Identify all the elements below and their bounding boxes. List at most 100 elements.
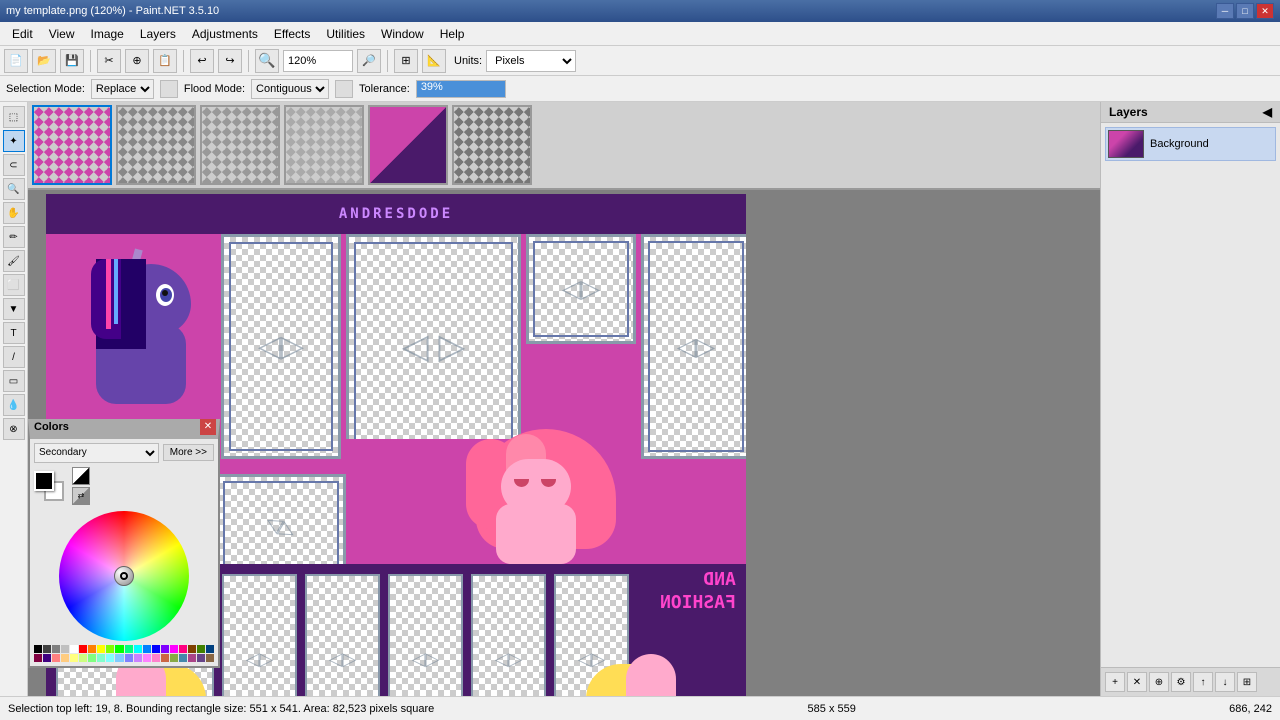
flood-mode-select[interactable]: Contiguous Global xyxy=(251,79,329,99)
palette-color-swatch[interactable] xyxy=(34,654,42,662)
palette-color-swatch[interactable] xyxy=(88,645,96,653)
open-button[interactable]: 📂 xyxy=(32,49,56,73)
menu-utilities[interactable]: Utilities xyxy=(318,25,373,43)
layers-collapse-icon[interactable]: ◀ xyxy=(1263,105,1272,119)
brush-btn[interactable]: 🖌 xyxy=(3,250,25,272)
color-wheel[interactable] xyxy=(59,511,189,641)
palette-color-swatch[interactable] xyxy=(115,654,123,662)
layer-item-background[interactable]: Background xyxy=(1105,127,1276,161)
shape-btn[interactable]: ▭ xyxy=(3,370,25,392)
palette-color-swatch[interactable] xyxy=(179,654,187,662)
paste-button[interactable]: 📋 xyxy=(153,49,177,73)
colors-panel-close-button[interactable]: ✕ xyxy=(200,419,216,435)
tolerance-input[interactable]: 39% xyxy=(416,80,506,98)
add-layer-button[interactable]: + xyxy=(1105,672,1125,692)
copy-button[interactable]: ⊕ xyxy=(125,49,149,73)
palette-color-swatch[interactable] xyxy=(143,645,151,653)
pencil-btn[interactable]: ✏ xyxy=(3,226,25,248)
ruler-button[interactable]: 📐 xyxy=(422,49,446,73)
merge-layers-button[interactable]: ⊞ xyxy=(1237,672,1257,692)
color-wheel-container[interactable] xyxy=(34,511,214,641)
menu-layers[interactable]: Layers xyxy=(132,25,184,43)
clone-btn[interactable]: ⊗ xyxy=(3,418,25,440)
menu-image[interactable]: Image xyxy=(82,25,131,43)
eraser-btn[interactable]: ⬜ xyxy=(3,274,25,296)
palette-color-swatch[interactable] xyxy=(79,654,87,662)
palette-color-swatch[interactable] xyxy=(179,645,187,653)
palette-color-swatch[interactable] xyxy=(43,645,51,653)
palette-color-swatch[interactable] xyxy=(79,645,87,653)
lasso-btn[interactable]: ⊂ xyxy=(3,154,25,176)
thumb-2[interactable] xyxy=(116,105,196,185)
swap-colors-button[interactable]: ⇄ xyxy=(72,487,90,505)
palette-color-swatch[interactable] xyxy=(61,645,69,653)
palette-color-swatch[interactable] xyxy=(161,645,169,653)
palette-color-swatch[interactable] xyxy=(52,654,60,662)
thumb-5[interactable] xyxy=(368,105,448,185)
palette-color-swatch[interactable] xyxy=(70,645,78,653)
palette-color-swatch[interactable] xyxy=(152,654,160,662)
palette-color-swatch[interactable] xyxy=(125,645,133,653)
zoom-in-button[interactable]: 🔎 xyxy=(357,49,381,73)
more-colors-button[interactable]: More >> xyxy=(163,444,214,461)
palette-color-swatch[interactable] xyxy=(134,654,142,662)
move-layer-up-button[interactable]: ↑ xyxy=(1193,672,1213,692)
palette-color-swatch[interactable] xyxy=(206,654,214,662)
menu-effects[interactable]: Effects xyxy=(266,25,318,43)
palette-color-swatch[interactable] xyxy=(106,654,114,662)
palette-color-swatch[interactable] xyxy=(143,654,151,662)
line-btn[interactable]: / xyxy=(3,346,25,368)
menu-window[interactable]: Window xyxy=(373,25,432,43)
delete-layer-button[interactable]: ✕ xyxy=(1127,672,1147,692)
zoom-tool-btn[interactable]: 🔍 xyxy=(3,178,25,200)
thumb-3[interactable] xyxy=(200,105,280,185)
palette-color-swatch[interactable] xyxy=(97,645,105,653)
palette-color-swatch[interactable] xyxy=(34,645,42,653)
units-select[interactable]: Pixels Inches Centimeters xyxy=(486,50,576,72)
color-mode-select[interactable]: Secondary Primary xyxy=(34,443,159,463)
foreground-color-swatch[interactable] xyxy=(34,471,54,491)
color-picker-btn[interactable]: 💧 xyxy=(3,394,25,416)
menu-edit[interactable]: Edit xyxy=(4,25,41,43)
maximize-button[interactable]: □ xyxy=(1236,3,1254,19)
undo-button[interactable]: ↩ xyxy=(190,49,214,73)
palette-color-swatch[interactable] xyxy=(88,654,96,662)
palette-color-swatch[interactable] xyxy=(61,654,69,662)
palette-color-swatch[interactable] xyxy=(152,645,160,653)
close-button[interactable]: ✕ xyxy=(1256,3,1274,19)
redo-button[interactable]: ↪ xyxy=(218,49,242,73)
menu-help[interactable]: Help xyxy=(432,25,473,43)
fill-btn[interactable]: ▼ xyxy=(3,298,25,320)
minimize-button[interactable]: ─ xyxy=(1216,3,1234,19)
palette-color-swatch[interactable] xyxy=(197,645,205,653)
palette-color-swatch[interactable] xyxy=(206,645,214,653)
layer-properties-button[interactable]: ⚙ xyxy=(1171,672,1191,692)
text-btn[interactable]: T xyxy=(3,322,25,344)
selection-mode-select[interactable]: Replace Add Subtract xyxy=(91,79,154,99)
palette-color-swatch[interactable] xyxy=(97,654,105,662)
magic-wand-btn[interactable]: ✦ xyxy=(3,130,25,152)
palette-color-swatch[interactable] xyxy=(52,645,60,653)
move-layer-down-button[interactable]: ↓ xyxy=(1215,672,1235,692)
cut-button[interactable]: ✂ xyxy=(97,49,121,73)
palette-color-swatch[interactable] xyxy=(125,654,133,662)
pan-btn[interactable]: ✋ xyxy=(3,202,25,224)
palette-color-swatch[interactable] xyxy=(188,645,196,653)
palette-color-swatch[interactable] xyxy=(70,654,78,662)
menu-view[interactable]: View xyxy=(41,25,83,43)
palette-color-swatch[interactable] xyxy=(188,654,196,662)
save-button[interactable]: 💾 xyxy=(60,49,84,73)
thumb-4[interactable] xyxy=(284,105,364,185)
zoom-out-button[interactable]: 🔍 xyxy=(255,49,279,73)
zoom-input[interactable]: 120% xyxy=(283,50,353,72)
palette-color-swatch[interactable] xyxy=(106,645,114,653)
selection-tool-btn[interactable]: ⬚ xyxy=(3,106,25,128)
grid-button[interactable]: ⊞ xyxy=(394,49,418,73)
palette-color-swatch[interactable] xyxy=(161,654,169,662)
palette-color-swatch[interactable] xyxy=(170,654,178,662)
duplicate-layer-button[interactable]: ⊕ xyxy=(1149,672,1169,692)
palette-color-swatch[interactable] xyxy=(134,645,142,653)
menu-adjustments[interactable]: Adjustments xyxy=(184,25,266,43)
canvas-area[interactable]: ANDRESDODE xyxy=(28,102,1100,696)
new-button[interactable]: 📄 xyxy=(4,49,28,73)
